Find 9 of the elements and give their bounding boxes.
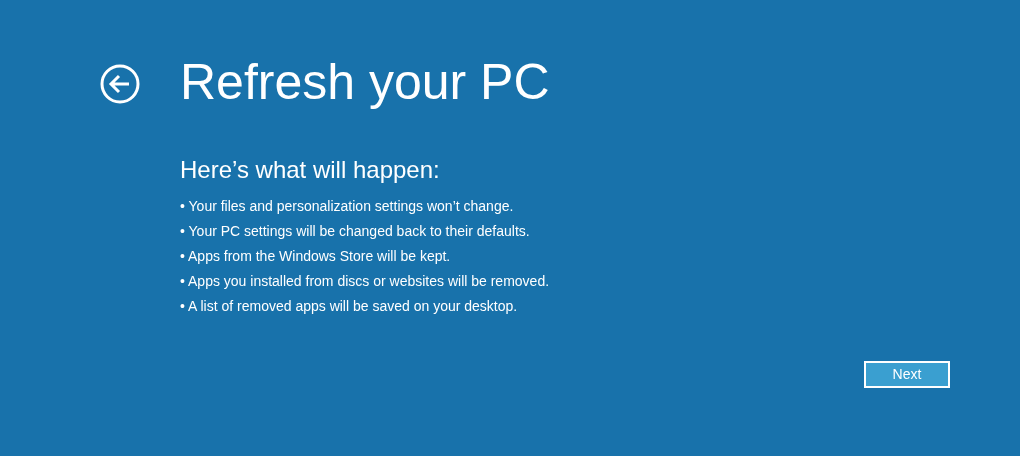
back-icon[interactable] <box>100 64 140 104</box>
page-title: Refresh your PC <box>180 53 550 112</box>
list-item: • Your PC settings will be changed back to their defaults. <box>180 222 531 241</box>
section-heading: Here’s what will happen: <box>180 155 441 185</box>
list-item: • Apps from the Windows Store will be kept. <box>180 247 452 266</box>
list-item: • Apps you installed from discs or websites will be removed. <box>180 272 550 291</box>
list-item: • Your files and personalization settings won’t change. <box>180 197 515 216</box>
list-item: • A list of removed apps will be saved on your desktop. <box>180 297 519 316</box>
next-button[interactable]: Next <box>864 361 950 388</box>
